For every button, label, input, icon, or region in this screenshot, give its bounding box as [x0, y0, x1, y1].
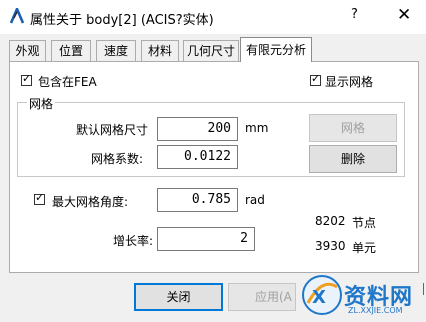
coefficient-input[interactable]: 0.0122	[157, 145, 238, 169]
check-icon: ✓	[22, 72, 32, 85]
nodes-count: 8202	[315, 214, 346, 228]
watermark-logo-icon: X	[302, 275, 342, 315]
max-angle-checkbox[interactable]: ✓	[34, 191, 45, 205]
svg-text:X: X	[312, 287, 326, 308]
delete-mesh-button[interactable]: 删除	[309, 145, 397, 173]
watermark: X 资料网 ZL.XXJIE.COM	[296, 270, 426, 322]
close-button[interactable]: 关闭	[134, 283, 223, 311]
check-icon: ✓	[35, 191, 45, 204]
elements-count: 3930	[315, 239, 346, 253]
default-size-unit: mm	[245, 121, 269, 135]
show-mesh-label: 显示网格	[325, 75, 374, 89]
mesh-button[interactable]: 网格	[309, 114, 397, 142]
mesh-group-title: 网格	[27, 95, 56, 112]
nodes-label: 节点	[352, 216, 377, 230]
include-fea-checkbox[interactable]: ✓	[21, 72, 32, 86]
max-angle-unit: rad	[245, 193, 265, 207]
apply-button[interactable]: 应用(A	[228, 283, 296, 311]
elements-label: 单元	[352, 241, 377, 255]
coefficient-label: 网格系数:	[91, 152, 144, 166]
growth-rate-input[interactable]: 2	[157, 227, 255, 251]
include-fea-label: 包含在FEA	[38, 75, 97, 89]
watermark-url: ZL.XXJIE.COM	[348, 306, 403, 315]
show-mesh-checkbox[interactable]: ✓	[310, 72, 321, 86]
growth-rate-label: 增长率:	[113, 234, 154, 248]
max-angle-label: 最大网格角度:	[52, 195, 129, 209]
max-angle-input[interactable]: 0.785	[157, 188, 238, 212]
default-size-label: 默认网格尺寸	[76, 123, 149, 137]
check-icon: ✓	[311, 72, 321, 85]
default-size-input[interactable]: 200	[157, 117, 238, 141]
